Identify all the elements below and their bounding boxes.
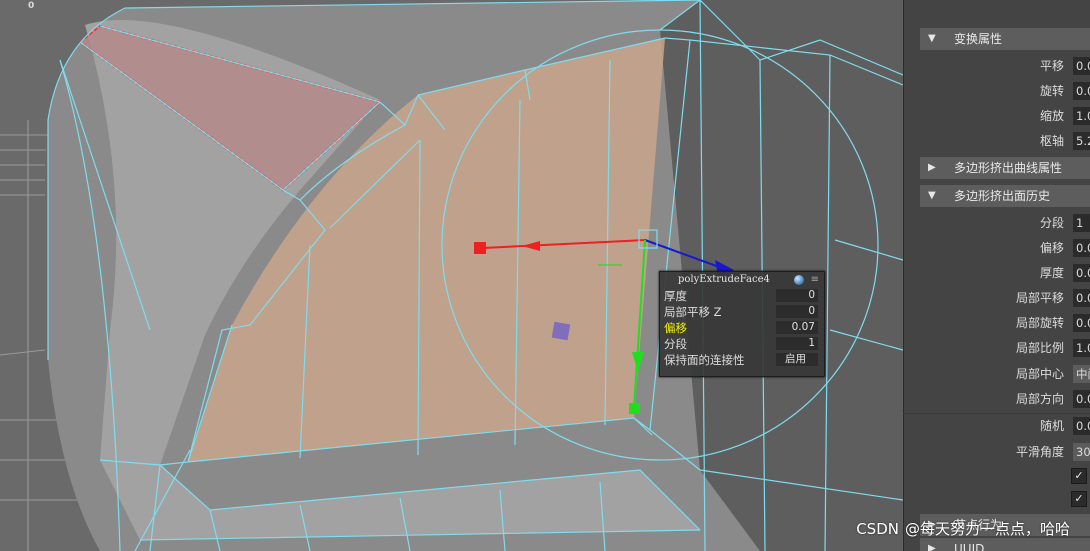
attr-label: 偏移 <box>1039 241 1064 255</box>
section-title: UUID <box>954 542 985 551</box>
section-title: 变换属性 <box>954 32 1003 46</box>
in-view-editor[interactable]: polyExtrudeFace4 ≡ 厚度 0 局部平移 Z 0 偏移 0.07… <box>659 271 825 377</box>
hud-value-field[interactable]: 0 <box>776 305 818 318</box>
attr-label: 枢轴 <box>1039 134 1064 148</box>
attr-label: 厚度 <box>1039 266 1064 280</box>
attr-label: 分段 <box>1039 216 1064 230</box>
attr-field[interactable]: 5.2 <box>1073 132 1090 150</box>
attr-label: 旋转 <box>1039 84 1064 98</box>
hud-node-name: polyExtrudeFace4 <box>678 274 770 285</box>
hud-row-thickness[interactable]: 厚度 0 <box>660 288 824 304</box>
attr-label: 局部中心 <box>1015 367 1064 381</box>
attr-field[interactable]: 30 <box>1073 443 1090 461</box>
attr-field[interactable]: 1.0 <box>1073 107 1090 125</box>
collapse-arrow-icon[interactable]: ▶ <box>928 157 936 179</box>
attr-row-offset: 偏移 0.0 <box>903 238 1090 258</box>
attr-row-checkbox-2: ✓ <box>903 489 1090 509</box>
menu-icon[interactable]: ≡ <box>811 272 819 288</box>
attr-row-local-direction: 局部方向 0.0 <box>903 389 1090 409</box>
attr-row-local-center: 局部中心 中间 <box>903 364 1090 384</box>
section-title: 多边形挤出面历史 <box>954 189 1051 203</box>
hud-row-divisions[interactable]: 分段 1 <box>660 336 824 352</box>
hud-value-field[interactable]: 1 <box>776 337 818 350</box>
frame-number: 0 <box>28 1 35 11</box>
section-transform[interactable]: ▼ 变换属性 <box>920 28 1090 50</box>
attr-row-thickness: 厚度 0.0 <box>903 263 1090 283</box>
expand-arrow-icon[interactable]: ▼ <box>928 28 936 50</box>
hud-label: 偏移 <box>664 321 687 335</box>
attr-dropdown[interactable]: 中间 <box>1073 365 1090 383</box>
hud-title: polyExtrudeFace4 ≡ <box>660 272 824 288</box>
attr-row-scale: 缩放 1.0 <box>903 106 1090 126</box>
hud-value-field[interactable]: 0.07 <box>776 321 818 334</box>
watermark: CSDN @每天努力一点点，哈哈 <box>856 518 1076 539</box>
attr-field[interactable]: 0.0 <box>1073 289 1090 307</box>
attr-row-local-rotate: 局部旋转 0.0 <box>903 313 1090 333</box>
attr-label: 平滑角度 <box>1015 445 1064 459</box>
attr-field[interactable]: 0.0 <box>1073 57 1090 75</box>
manipulator-y-handle <box>629 403 640 414</box>
attr-label: 缩放 <box>1039 109 1064 123</box>
3d-viewport[interactable]: 0 polyExtrudeFace4 ≡ 厚度 0 局部平移 Z 0 偏移 0.… <box>0 0 903 551</box>
attr-field[interactable]: 0.0 <box>1073 417 1090 435</box>
checkbox-checked-icon[interactable]: ✓ <box>1071 491 1087 507</box>
attr-field[interactable]: 0.0 <box>1073 264 1090 282</box>
local-pivot-handle <box>551 321 571 341</box>
hud-label: 局部平移 Z <box>664 305 722 319</box>
manipulator-x-handle <box>474 242 486 254</box>
section-title: 多边形挤出曲线属性 <box>954 161 1063 175</box>
hud-label: 分段 <box>664 337 687 351</box>
attr-label: 局部方向 <box>1015 392 1064 406</box>
attr-label: 局部旋转 <box>1015 316 1064 330</box>
watermark-author: @每天努力一点点，哈哈 <box>904 520 1070 538</box>
section-extrude-history[interactable]: ▼ 多边形挤出面历史 <box>920 185 1090 207</box>
attr-row-local-scale: 局部比例 1.0 <box>903 338 1090 358</box>
attr-row-smoothing-angle: 平滑角度 30 <box>903 442 1090 462</box>
attr-row-rotate: 旋转 0.0 <box>903 81 1090 101</box>
hud-row-keep-faces-together[interactable]: 保持面的连接性 启用 <box>660 352 824 368</box>
node-sphere-icon <box>794 275 804 285</box>
attr-field[interactable]: 1.0 <box>1073 339 1090 357</box>
section-uuid[interactable]: ▶ UUID <box>920 538 1090 551</box>
attr-label: 局部比例 <box>1015 341 1064 355</box>
attr-field[interactable]: 0.0 <box>1073 82 1090 100</box>
divider <box>903 413 1090 414</box>
hud-value-field[interactable]: 0 <box>776 289 818 302</box>
hud-row-local-translate-z[interactable]: 局部平移 Z 0 <box>660 304 824 320</box>
attr-field[interactable]: 0.0 <box>1073 390 1090 408</box>
attr-field[interactable]: 0.0 <box>1073 314 1090 332</box>
attr-row-divisions: 分段 1 <box>903 213 1090 233</box>
section-curve-attrs[interactable]: ▶ 多边形挤出曲线属性 <box>920 157 1090 179</box>
expand-arrow-icon[interactable]: ▼ <box>928 185 936 207</box>
hud-row-offset[interactable]: 偏移 0.07 <box>660 320 824 336</box>
attr-label: 局部平移 <box>1015 291 1064 305</box>
watermark-prefix: CSDN <box>856 520 899 538</box>
attr-field[interactable]: 0.0 <box>1073 239 1090 257</box>
hud-enum-field[interactable]: 启用 <box>776 353 818 366</box>
attr-field[interactable]: 1 <box>1073 214 1090 232</box>
attr-row-pivot: 枢轴 5.2 <box>903 131 1090 151</box>
hud-label: 厚度 <box>664 289 687 303</box>
attr-label: 平移 <box>1039 59 1064 73</box>
attr-row-local-translate: 局部平移 0.0 <box>903 288 1090 308</box>
collapse-arrow-icon[interactable]: ▶ <box>928 538 936 551</box>
attr-row-translate: 平移 0.0 <box>903 56 1090 76</box>
attr-row-random: 随机 0.0 <box>903 416 1090 436</box>
checkbox-checked-icon[interactable]: ✓ <box>1071 468 1087 484</box>
attr-label: 随机 <box>1039 419 1064 433</box>
hud-label: 保持面的连接性 <box>664 353 745 367</box>
attr-row-checkbox-1: ✓ <box>903 466 1090 486</box>
